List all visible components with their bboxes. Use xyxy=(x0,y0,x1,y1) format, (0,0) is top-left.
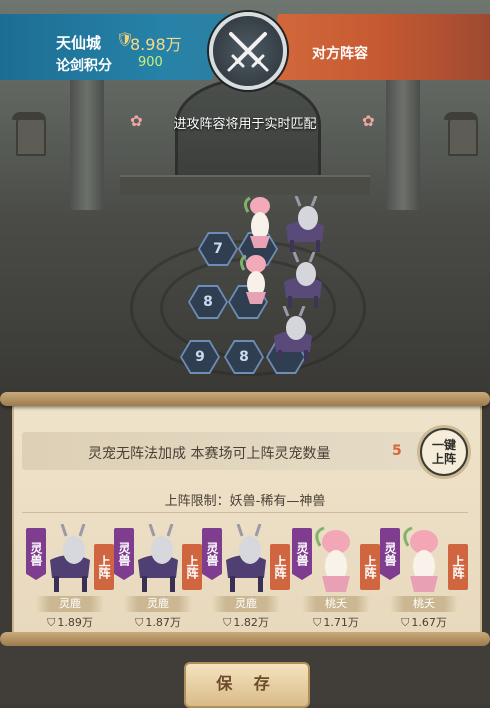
pet-name: 灵鹿 xyxy=(212,596,280,612)
pet-card[interactable]: 灵兽 上阵 灵鹿 ⛉ 1.82万 xyxy=(202,520,290,630)
spirit-deer-portrait xyxy=(226,524,266,592)
slot-number: 7 xyxy=(200,234,236,264)
scroll-rod-top xyxy=(0,392,490,406)
pet-type-tag: 灵兽 xyxy=(26,528,46,580)
crossed-swords-icon xyxy=(209,12,287,90)
player-name: 天仙城 xyxy=(56,34,102,52)
score-label: 论剑积分 xyxy=(56,58,112,74)
deploy-tag[interactable]: 上阵 xyxy=(270,544,290,590)
pet-card[interactable]: 灵兽 上阵 灵鹿 ⛉ 1.89万 xyxy=(26,520,114,630)
opponent-lineup-label[interactable]: 对方阵容 xyxy=(312,43,368,63)
combat-power-icon: ⛉ xyxy=(223,616,232,629)
pet-formation-info: 灵宠无阵法加成 本赛场可上阵灵宠数量 xyxy=(88,446,331,462)
deploy-tag[interactable]: 上阵 xyxy=(360,544,380,590)
pet-name: 灵鹿 xyxy=(36,596,104,612)
deploy-tag[interactable]: 上阵 xyxy=(448,544,468,590)
combat-power-icon: ⛉ xyxy=(47,616,56,629)
pet-power: ⛉ 1.87万 xyxy=(135,616,181,629)
pet-deploy-count: 5 xyxy=(392,443,402,459)
pet-power: ⛉ 1.71万 xyxy=(313,616,359,629)
pet-name: 桃夭 xyxy=(390,596,458,612)
slot-number: 8 xyxy=(226,342,262,372)
deploy-limit-text: 上阵限制：妖兽-稀有—神兽 xyxy=(164,494,326,509)
pet-type-tag: 灵兽 xyxy=(114,528,134,580)
spirit-deer-unit[interactable] xyxy=(278,196,332,256)
auto-deploy-button[interactable]: 一键 上阵 xyxy=(420,428,468,476)
pet-type-tag: 灵兽 xyxy=(380,528,400,580)
score-value: 900 xyxy=(138,55,163,70)
opponent-banner xyxy=(260,14,490,80)
spirit-deer-unit[interactable] xyxy=(276,252,330,312)
pet-power: ⛉ 1.67万 xyxy=(401,616,447,629)
player-banner xyxy=(0,14,230,80)
pet-name: 桃夭 xyxy=(302,596,370,612)
pet-power: ⛉ 1.82万 xyxy=(223,616,269,629)
scroll-rod-bottom xyxy=(0,632,490,646)
lineup-notice: 进攻阵容将用于实时匹配 xyxy=(173,117,317,132)
pet-card[interactable]: 灵兽 上阵 桃夭 ⛉ 1.67万 xyxy=(380,520,468,630)
peach-spirit-unit[interactable] xyxy=(236,252,276,308)
pet-type-tag: 灵兽 xyxy=(202,528,222,580)
combat-power-icon: ⛉ xyxy=(401,616,410,629)
spirit-deer-unit[interactable] xyxy=(266,306,320,366)
peach-spirit-portrait xyxy=(315,526,350,592)
spirit-deer-portrait xyxy=(50,524,90,592)
deploy-tag[interactable]: 上阵 xyxy=(182,544,202,590)
pet-card[interactable]: 灵兽 上阵 灵鹿 ⛉ 1.87万 xyxy=(114,520,202,630)
deploy-tag[interactable]: 上阵 xyxy=(94,544,114,590)
peach-spirit-portrait xyxy=(403,526,438,592)
save-button[interactable]: 保 存 xyxy=(184,662,310,708)
pet-type-tag: 灵兽 xyxy=(292,528,312,580)
peach-spirit-unit[interactable] xyxy=(240,192,280,252)
spirit-deer-portrait xyxy=(138,524,178,592)
flower-icon: ✿ xyxy=(362,112,375,130)
slot-number: 9 xyxy=(182,342,218,372)
pet-power: ⛉ 1.89万 xyxy=(47,616,93,629)
slot-number: 8 xyxy=(190,287,226,317)
pet-name: 灵鹿 xyxy=(124,596,192,612)
divider xyxy=(22,512,468,513)
combat-power-icon: ⛉ xyxy=(135,616,144,629)
player-power: 8.98万 xyxy=(130,35,182,54)
pet-card[interactable]: 灵兽 上阵 桃夭 ⛉ 1.71万 xyxy=(292,520,380,630)
combat-power-icon: 🛡 xyxy=(116,32,134,48)
combat-power-icon: ⛉ xyxy=(313,616,322,629)
